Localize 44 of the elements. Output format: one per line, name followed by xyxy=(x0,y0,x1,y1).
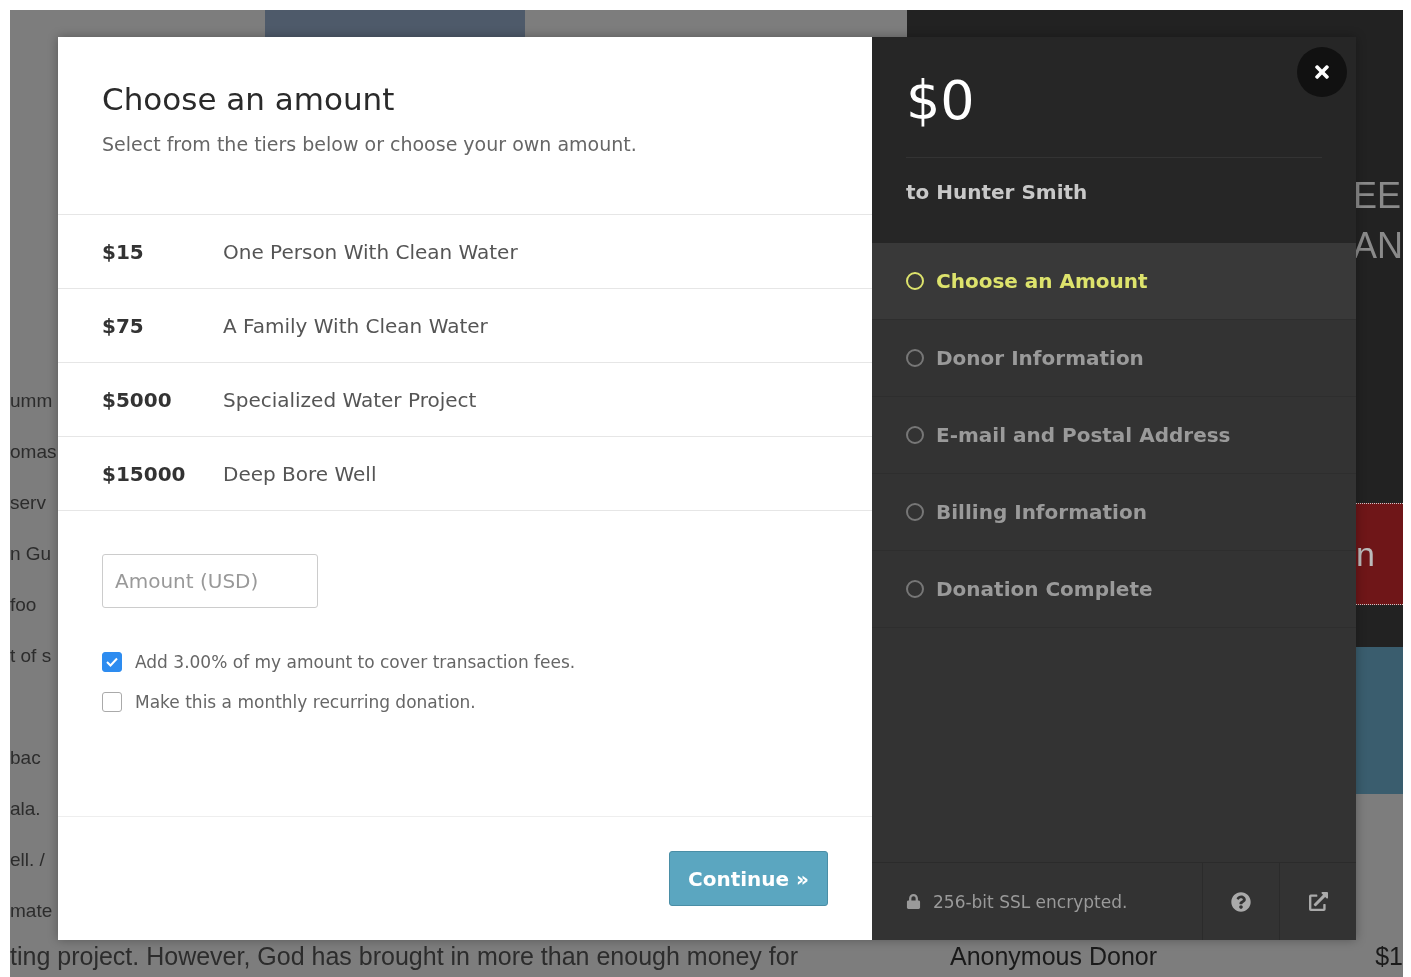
option-label: Add 3.00% of my amount to cover transaction fees. xyxy=(135,652,576,672)
background-text: mate xyxy=(10,899,53,923)
background-text: n Gu xyxy=(10,542,52,566)
circle-icon xyxy=(906,272,924,290)
tier-name[interactable]: Deep Bore Well xyxy=(223,461,377,486)
tier-price[interactable]: $15000 xyxy=(102,461,223,486)
external-link-icon xyxy=(1308,892,1328,911)
recipient-name: to Hunter Smith xyxy=(906,180,1089,204)
donor-name: Anonymous Donor xyxy=(950,942,1158,971)
checkbox[interactable] xyxy=(102,652,122,672)
background-text: serv xyxy=(10,491,46,515)
close-icon xyxy=(1312,62,1332,82)
banner-text: n xyxy=(1356,534,1375,574)
background-text: ala. xyxy=(10,797,41,821)
background-text: bac xyxy=(10,746,41,770)
donor-amount: $1 xyxy=(1375,942,1403,971)
dialog-subtitle: Select from the tiers below or choose your own amount. xyxy=(102,133,638,155)
tier-name[interactable]: One Person With Clean Water xyxy=(223,239,518,264)
dialog-title: Choose an amount xyxy=(102,80,396,119)
background-text: omas xyxy=(10,440,57,464)
tier-price[interactable]: $75 xyxy=(102,313,223,338)
checkbox[interactable] xyxy=(102,692,122,712)
tier-price[interactable]: $5000 xyxy=(102,387,223,412)
background-heading: EE xyxy=(1353,174,1402,218)
circle-icon xyxy=(906,580,924,598)
tier-name[interactable]: A Family With Clean Water xyxy=(223,313,488,338)
background-text: foo xyxy=(10,593,37,617)
tier-price[interactable]: $15 xyxy=(102,239,223,264)
circle-icon xyxy=(906,426,924,444)
lock-icon xyxy=(906,894,921,909)
background-text: t of s xyxy=(10,644,52,668)
option-label: Make this a monthly recurring donation. xyxy=(135,692,476,712)
circle-icon xyxy=(906,503,924,521)
security-note: 256-bit SSL encrypted. xyxy=(933,891,1128,912)
tier-name[interactable]: Specialized Water Project xyxy=(223,387,477,412)
amount-field[interactable]: Amount (USD) xyxy=(102,554,318,608)
background-text: umm xyxy=(10,389,53,413)
background-heading: AN xyxy=(1353,224,1403,268)
step-item[interactable]: Choose an Amount xyxy=(872,243,1356,320)
help-icon xyxy=(1231,891,1251,912)
background-text: ell. / xyxy=(10,848,45,872)
circle-icon xyxy=(906,349,924,367)
background-text: ting project. However, God has brought in more than enough money for xyxy=(10,941,799,972)
check-icon xyxy=(106,657,118,667)
